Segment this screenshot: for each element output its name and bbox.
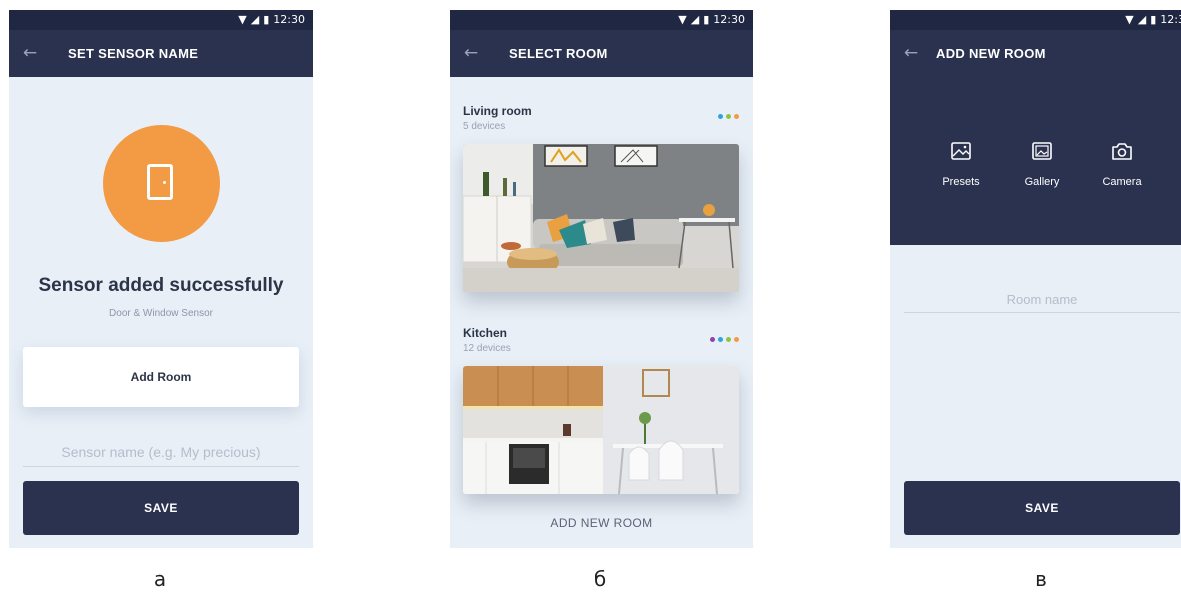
status-bar: ▼ ◢ ▮ 12:3	[890, 10, 1181, 30]
back-arrow-icon[interactable]: ←	[900, 42, 922, 64]
page-title: ADD NEW ROOM	[936, 46, 1046, 61]
camera-option[interactable]: Camera	[1087, 142, 1157, 188]
color-dot	[718, 337, 723, 342]
sensor-name-input[interactable]	[23, 438, 299, 467]
caption-a: а	[153, 567, 167, 591]
image-source-panel: Presets Gallery Camera	[890, 77, 1181, 245]
sensor-avatar	[103, 125, 220, 242]
wifi-icon: ▼	[678, 13, 687, 26]
add-room-label: Add Room	[130, 370, 192, 384]
app-bar: ← ADD NEW ROOM	[890, 30, 1181, 77]
camera-label: Camera	[1102, 176, 1142, 188]
color-dot	[734, 337, 739, 342]
signal-icon: ◢	[690, 13, 700, 26]
status-time: 12:30	[713, 13, 745, 26]
status-time: 12:30	[273, 13, 305, 26]
signal-icon: ◢	[1137, 13, 1147, 26]
gallery-label: Gallery	[1024, 176, 1060, 188]
wifi-icon: ▼	[1125, 13, 1134, 26]
living-room-image[interactable]	[463, 144, 739, 292]
add-room-button[interactable]: Add Room	[23, 347, 299, 407]
add-new-room-link[interactable]: ADD NEW ROOM	[450, 516, 753, 530]
gallery-option[interactable]: Gallery	[1007, 142, 1077, 188]
room-options-icon[interactable]	[718, 114, 739, 119]
gallery-icon	[1032, 142, 1052, 160]
save-button[interactable]: SAVE	[904, 481, 1180, 535]
room-options-icon[interactable]	[710, 337, 739, 342]
phone-screen-c: ▼ ◢ ▮ 12:3 ← ADD NEW ROOM Presets	[890, 10, 1181, 548]
battery-icon: ▮	[703, 13, 710, 26]
color-dot	[726, 114, 731, 119]
page-title: SET SENSOR NAME	[68, 46, 199, 61]
battery-icon: ▮	[1150, 13, 1157, 26]
back-arrow-icon[interactable]: ←	[460, 42, 482, 64]
sensor-type-label: Door & Window Sensor	[109, 308, 213, 319]
app-bar: ← SELECT ROOM	[450, 30, 753, 77]
color-dot	[718, 114, 723, 119]
color-dot	[710, 337, 715, 342]
room-device-count: 5 devices	[463, 121, 506, 132]
status-bar: ▼ ◢ ▮ 12:30	[450, 10, 753, 30]
presets-label: Presets	[942, 176, 980, 188]
wifi-icon: ▼	[238, 13, 247, 26]
image-icon	[951, 142, 971, 160]
door-icon	[147, 164, 173, 200]
success-heading: Sensor added successfully	[38, 275, 284, 296]
app-bar: ← SET SENSOR NAME	[9, 30, 313, 77]
kitchen-image[interactable]	[463, 366, 739, 494]
room-name[interactable]: Kitchen	[463, 326, 507, 340]
caption-b: б	[593, 567, 607, 591]
status-time: 12:3	[1160, 13, 1181, 26]
color-dot	[734, 114, 739, 119]
status-bar: ▼ ◢ ▮ 12:30	[9, 10, 313, 30]
phone-screen-a: ▼ ◢ ▮ 12:30 ← SET SENSOR NAME Sensor add…	[9, 10, 313, 548]
back-arrow-icon[interactable]: ←	[19, 42, 41, 64]
camera-icon	[1112, 142, 1132, 160]
page-title: SELECT ROOM	[509, 46, 608, 61]
save-button[interactable]: SAVE	[23, 481, 299, 535]
caption-c: в	[1035, 567, 1047, 591]
signal-icon: ◢	[250, 13, 260, 26]
room-device-count: 12 devices	[463, 343, 511, 354]
battery-icon: ▮	[263, 13, 270, 26]
color-dot	[726, 337, 731, 342]
room-name-input[interactable]	[904, 286, 1180, 313]
presets-option[interactable]: Presets	[926, 142, 996, 188]
room-name[interactable]: Living room	[463, 104, 532, 118]
phone-screen-b: ▼ ◢ ▮ 12:30 ← SELECT ROOM Living room 5 …	[450, 10, 753, 548]
